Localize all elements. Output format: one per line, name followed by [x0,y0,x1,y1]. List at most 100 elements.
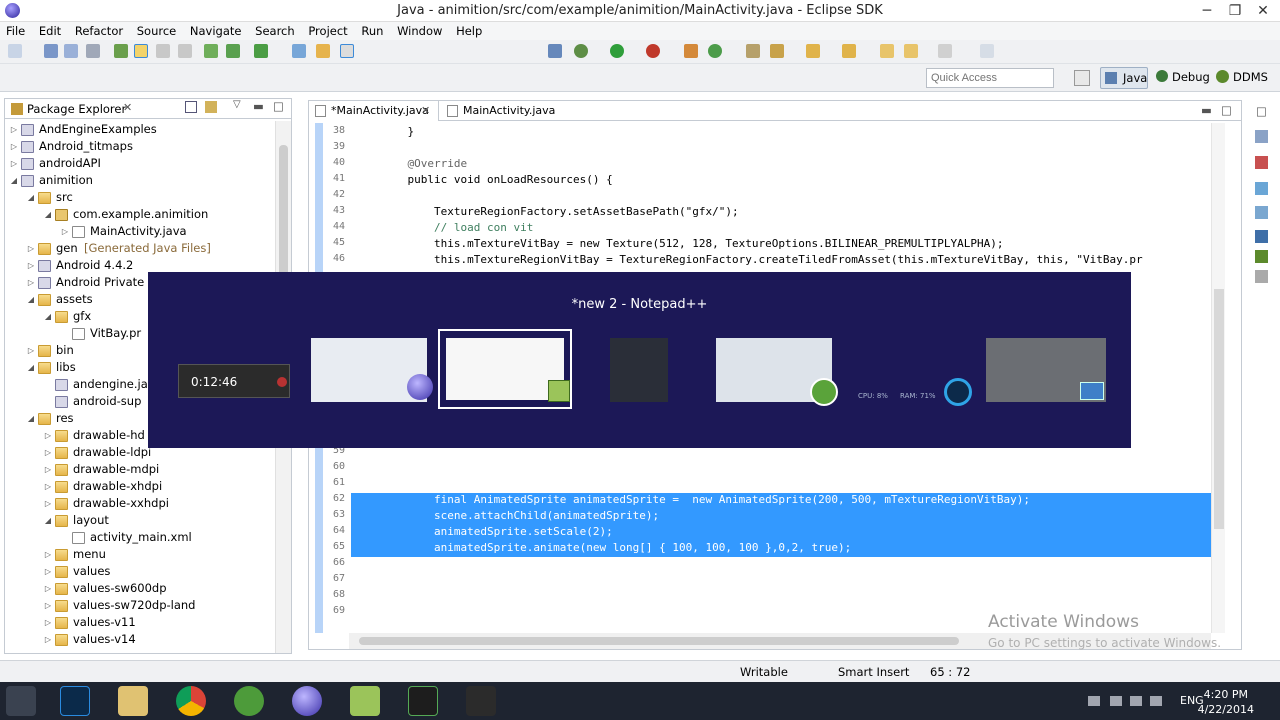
open-folder-icon[interactable] [746,44,760,58]
expand-arrow-icon[interactable]: ▷ [43,597,53,614]
console-icon[interactable] [1255,230,1268,243]
minimize-button[interactable]: ─ [1192,0,1222,22]
editor-tab[interactable]: MainActivity.java [441,101,561,121]
collapse-all-icon[interactable] [185,101,197,113]
menu-help[interactable]: Help [450,22,486,38]
tree-item[interactable]: ◢ com.example.animition [5,206,275,223]
expand-arrow-icon[interactable]: ▷ [43,495,53,512]
javadoc-icon[interactable] [1255,182,1268,195]
minimize-view-icon[interactable]: ▬ [253,99,264,113]
expand-arrow-icon[interactable]: ▷ [43,478,53,495]
taskbar-clock[interactable]: 4:20 PM 4/22/2014 [1198,687,1254,717]
expand-arrow-icon[interactable]: ▷ [60,223,70,240]
chrome-icon[interactable] [176,686,206,716]
tree-item[interactable]: ▷ values-v11 [5,614,275,631]
menu-window[interactable]: Window [391,22,446,38]
collapse-arrow-icon[interactable]: ◢ [9,172,19,189]
save-icon[interactable] [44,44,58,58]
minimize-editor-icon[interactable]: ▬ [1201,103,1212,117]
start-icon[interactable] [6,686,36,716]
pin-icon[interactable] [548,44,562,58]
editor-tab-active[interactable]: *MainActivity.java ✕ [309,101,439,121]
eclipse-taskbar-icon[interactable] [292,686,322,716]
tree-item[interactable]: ▷ drawable-xhdpi [5,478,275,495]
photoshop-icon[interactable] [60,686,90,716]
annotation-icon[interactable] [806,44,820,58]
refresh-icon[interactable] [708,44,722,58]
tree-item[interactable]: ▷ androidAPI [5,155,275,172]
check-icon[interactable] [254,44,268,58]
close-view-icon[interactable]: ✕ [123,101,132,114]
nav-icon[interactable] [938,44,952,58]
menu-file[interactable]: File [0,22,29,38]
collapse-arrow-icon[interactable]: ◢ [26,189,36,206]
photos-thumbnail[interactable] [986,338,1106,402]
tree-item[interactable]: ▷ values-sw720dp-land [5,597,275,614]
forward-icon[interactable] [904,44,918,58]
ccleaner-icon[interactable] [944,378,972,406]
link-editor-icon[interactable] [205,101,217,113]
camtasia-taskbar-icon[interactable] [234,686,264,716]
close-tab-icon[interactable]: ✕ [421,104,430,117]
notepadpp-taskbar-icon[interactable] [350,686,380,716]
view-menu-icon[interactable]: ▽ [233,99,241,110]
next-annotation-icon[interactable] [842,44,856,58]
notepadpp-thumbnail[interactable] [446,338,570,402]
sdk-manager-icon[interactable] [114,44,128,58]
mark-icon[interactable] [340,44,354,58]
tree-item[interactable]: activity_main.xml [5,529,275,546]
flag-icon[interactable] [1130,696,1142,706]
maximize-view-icon[interactable]: □ [273,99,284,113]
tree-item[interactable]: ◢ animition [5,172,275,189]
code-line[interactable]: scene.attachChild(animatedSprite); [381,509,659,522]
menu-source[interactable]: Source [131,22,181,38]
logcat-icon[interactable] [1255,250,1268,263]
block-icon[interactable] [178,44,192,58]
android-icon[interactable] [204,44,218,58]
open-type-icon[interactable] [316,44,330,58]
emulator-thumbnail[interactable] [610,338,668,402]
new-icon[interactable] [8,44,22,58]
avd-icon[interactable] [226,44,240,58]
tree-item[interactable]: ▷ drawable-mdpi [5,461,275,478]
new-class-icon[interactable] [684,44,698,58]
ddms-perspective-icon[interactable] [1216,70,1229,83]
menu-search[interactable]: Search [249,22,299,38]
recorder-thumbnail[interactable]: 0:12:46 [178,364,290,398]
expand-arrow-icon[interactable]: ▷ [43,427,53,444]
external-tools-icon[interactable] [646,44,660,58]
ddms-perspective-label[interactable]: DDMS [1233,70,1268,84]
recorder-taskbar-icon[interactable] [466,686,496,716]
explorer-icon[interactable] [118,686,148,716]
collapse-arrow-icon[interactable]: ◢ [43,512,53,529]
menu-project[interactable]: Project [302,22,351,38]
editor-scroll-thumb[interactable] [1214,289,1224,529]
tree-item[interactable]: ◢ src [5,189,275,206]
close-button[interactable]: ✕ [1248,0,1278,22]
declaration-icon[interactable] [1255,206,1268,219]
code-line[interactable]: TextureRegionFactory.setAssetBasePath("g… [381,205,739,218]
run-icon[interactable] [610,44,624,58]
menu-edit[interactable]: Edit [33,22,65,38]
expand-arrow-icon[interactable]: ▷ [9,121,19,138]
code-line[interactable]: this.mTextureRegionVitBay = TextureRegio… [381,253,1143,266]
package-explorer-title[interactable]: Package Explorer [27,102,126,116]
outline-icon[interactable] [1255,130,1268,143]
code-line[interactable]: // load con vit [381,221,533,234]
browser-thumbnail[interactable] [716,338,838,406]
network-icon[interactable] [1110,696,1122,706]
debug-perspective-icon[interactable] [1156,70,1168,82]
expand-arrow-icon[interactable]: ▷ [43,614,53,631]
tray-icon[interactable] [1088,696,1100,706]
expand-arrow-icon[interactable]: ▷ [43,444,53,461]
expand-arrow-icon[interactable]: ▷ [9,138,19,155]
java-perspective-button[interactable]: Java [1100,67,1148,89]
quick-access-input[interactable] [926,68,1054,88]
code-line[interactable]: } [381,125,414,138]
open-perspective-icon[interactable] [1074,70,1090,86]
code-line[interactable]: animatedSprite.setScale(2); [381,525,613,538]
menu-run[interactable]: Run [355,22,387,38]
print-icon[interactable] [86,44,100,58]
menu-refactor[interactable]: Refactor [69,22,127,38]
debug-perspective-label[interactable]: Debug [1172,70,1210,84]
